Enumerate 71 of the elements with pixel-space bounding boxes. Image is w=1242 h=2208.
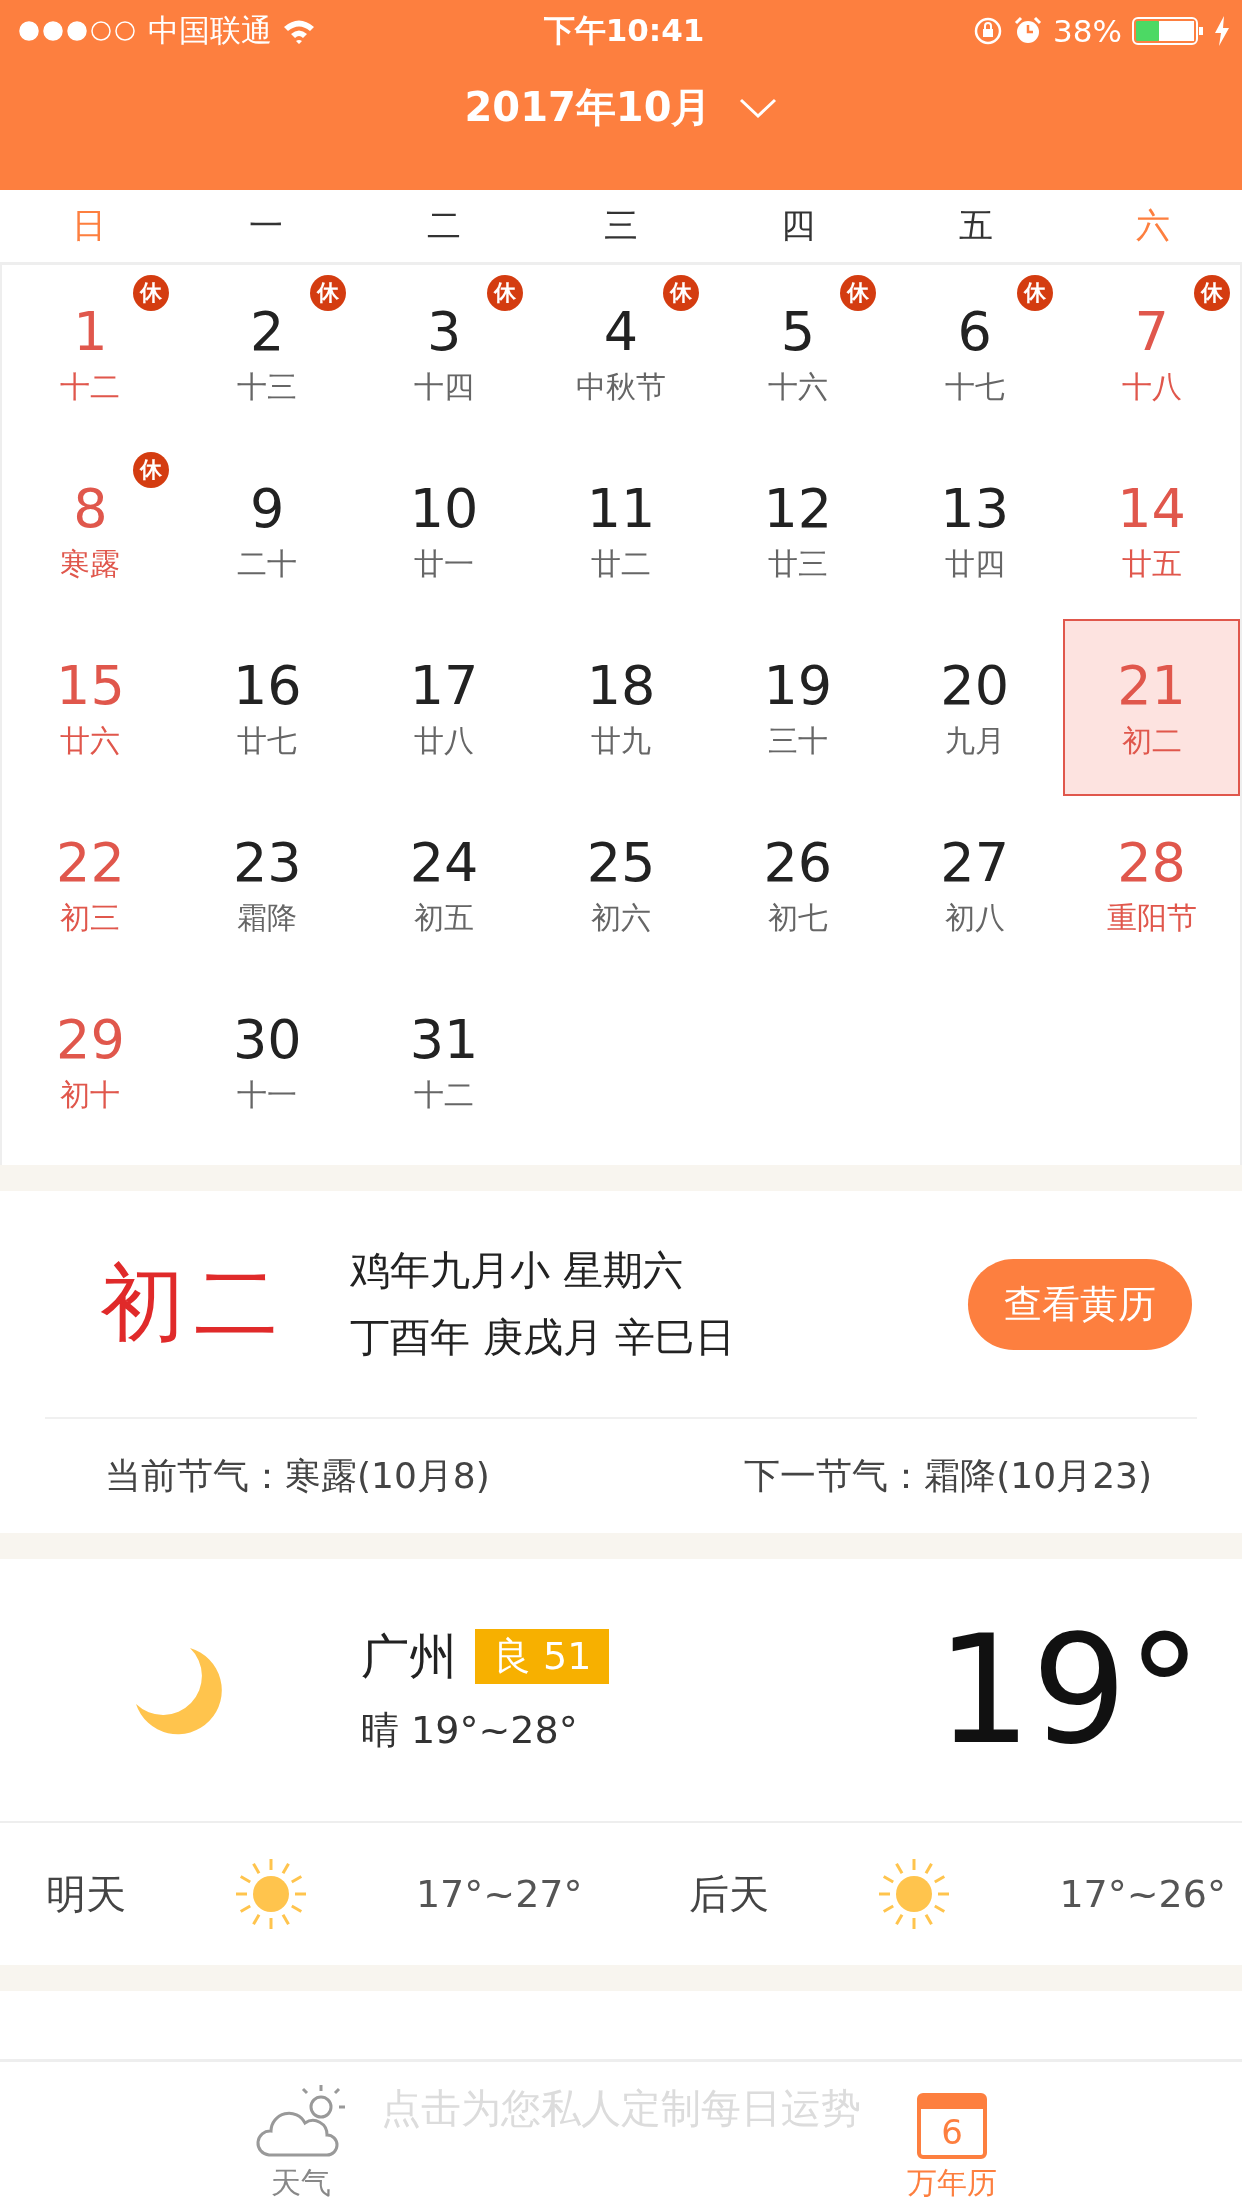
- holiday-badge: 休: [1017, 275, 1054, 311]
- current-temperature: 19°: [936, 1603, 1202, 1777]
- calendar-day[interactable]: 1 十二 休: [2, 265, 179, 442]
- weekday-label: 四: [781, 204, 816, 247]
- calendar-day[interactable]: 3 十四 休: [355, 265, 533, 442]
- weekday-label: 六: [1136, 204, 1171, 247]
- calendar-day[interactable]: 29 初十: [2, 973, 179, 1150]
- calendar-day[interactable]: 17 廿八: [355, 619, 533, 796]
- calendar-day[interactable]: 15 廿六: [2, 619, 179, 796]
- calendar-day[interactable]: 22 初三: [2, 796, 179, 973]
- holiday-badge: 休: [840, 275, 877, 311]
- carrier-name: 中国联通: [148, 11, 272, 50]
- tab-item[interactable]: 天气: [255, 2062, 347, 2208]
- calendar-day[interactable]: 28 重阳节: [1063, 796, 1240, 973]
- city-name: 广州: [361, 1626, 457, 1686]
- calendar-day[interactable]: 2 十三 休: [178, 265, 356, 442]
- next-term-text: 下一节气：霜降(10月23): [744, 1453, 1152, 1498]
- forecast-day: 后天: [689, 1866, 770, 1922]
- calendar-day[interactable]: 12 廿三: [709, 442, 887, 619]
- battery-percent: 38%: [1053, 13, 1122, 49]
- rotation-lock-icon: [973, 16, 1004, 46]
- holiday-badge: 休: [132, 275, 169, 311]
- calendar-day[interactable]: 30 十一: [178, 973, 356, 1150]
- wifi-icon: [282, 18, 316, 44]
- forecast-range: 17°~27°: [415, 1872, 583, 1916]
- holiday-badge: 休: [1194, 275, 1230, 311]
- calendar-day[interactable]: 24 初五: [355, 796, 533, 973]
- calendar-icon: 6: [917, 2093, 987, 2159]
- weekday-label: 日: [71, 204, 106, 247]
- weekday-label: 一: [249, 204, 284, 247]
- calendar-day[interactable]: 26 初七: [709, 796, 887, 973]
- signal-icon: [18, 20, 138, 42]
- ganzhi-text: 丁酉年 庚戌月 辛巳日: [350, 1313, 737, 1362]
- chevron-down-icon: [737, 96, 778, 119]
- calendar-day[interactable]: 4 中秋节 休: [532, 265, 710, 442]
- calendar-day[interactable]: 19 三十: [709, 619, 887, 796]
- holiday-badge: 休: [663, 275, 700, 311]
- calendar-day[interactable]: 31 十二: [355, 973, 533, 1150]
- status-time: 下午10:41: [543, 11, 705, 50]
- holiday-badge: 休: [309, 275, 346, 311]
- calendar-day[interactable]: 10 廿一: [355, 442, 533, 619]
- current-term-text: 当前节气：寒露(10月8): [105, 1453, 490, 1498]
- lunar-date-text: 鸡年九月小 星期六: [350, 1246, 684, 1295]
- calendar-day[interactable]: 23 霜降: [178, 796, 356, 973]
- charging-icon: [1214, 16, 1230, 46]
- alarm-icon: [1013, 16, 1044, 46]
- calendar-day[interactable]: 20 九月: [886, 619, 1064, 796]
- calendar-day[interactable]: 14 廿五: [1063, 442, 1240, 619]
- calendar-day[interactable]: 7 十八 休: [1063, 265, 1240, 442]
- weekday-label: 二: [426, 204, 461, 247]
- calendar-day[interactable]: 27 初八: [886, 796, 1064, 973]
- cloud-sun-icon: [255, 2083, 347, 2159]
- forecast-day: 明天: [46, 1866, 126, 1922]
- air-quality-badge: 良 51: [475, 1629, 610, 1684]
- calendar-day[interactable]: 25 初六: [532, 796, 710, 973]
- calendar-day[interactable]: 5 十六 休: [709, 265, 887, 442]
- calendar-day[interactable]: 6 十七 休: [886, 265, 1064, 442]
- calendar-day[interactable]: 9 二十: [178, 442, 356, 619]
- calendar-day[interactable]: 11 廿二: [532, 442, 710, 619]
- calendar-day[interactable]: 18 廿九: [532, 619, 710, 796]
- holiday-badge: 休: [132, 452, 169, 488]
- weather-condition: 晴 19°~28°: [361, 1706, 579, 1754]
- calendar-day[interactable]: 8 寒露 休: [2, 442, 179, 619]
- weekday-label: 五: [958, 204, 993, 247]
- holiday-badge: 休: [486, 275, 523, 311]
- calendar-day[interactable]: 16 廿七: [178, 619, 356, 796]
- weekday-label: 三: [604, 204, 638, 247]
- battery-icon: [1132, 16, 1204, 46]
- calendar-day[interactable]: 13 廿四: [886, 442, 1064, 619]
- forecast-range: 17°~26°: [1059, 1872, 1226, 1916]
- lunar-day-text: 初二: [100, 1253, 289, 1354]
